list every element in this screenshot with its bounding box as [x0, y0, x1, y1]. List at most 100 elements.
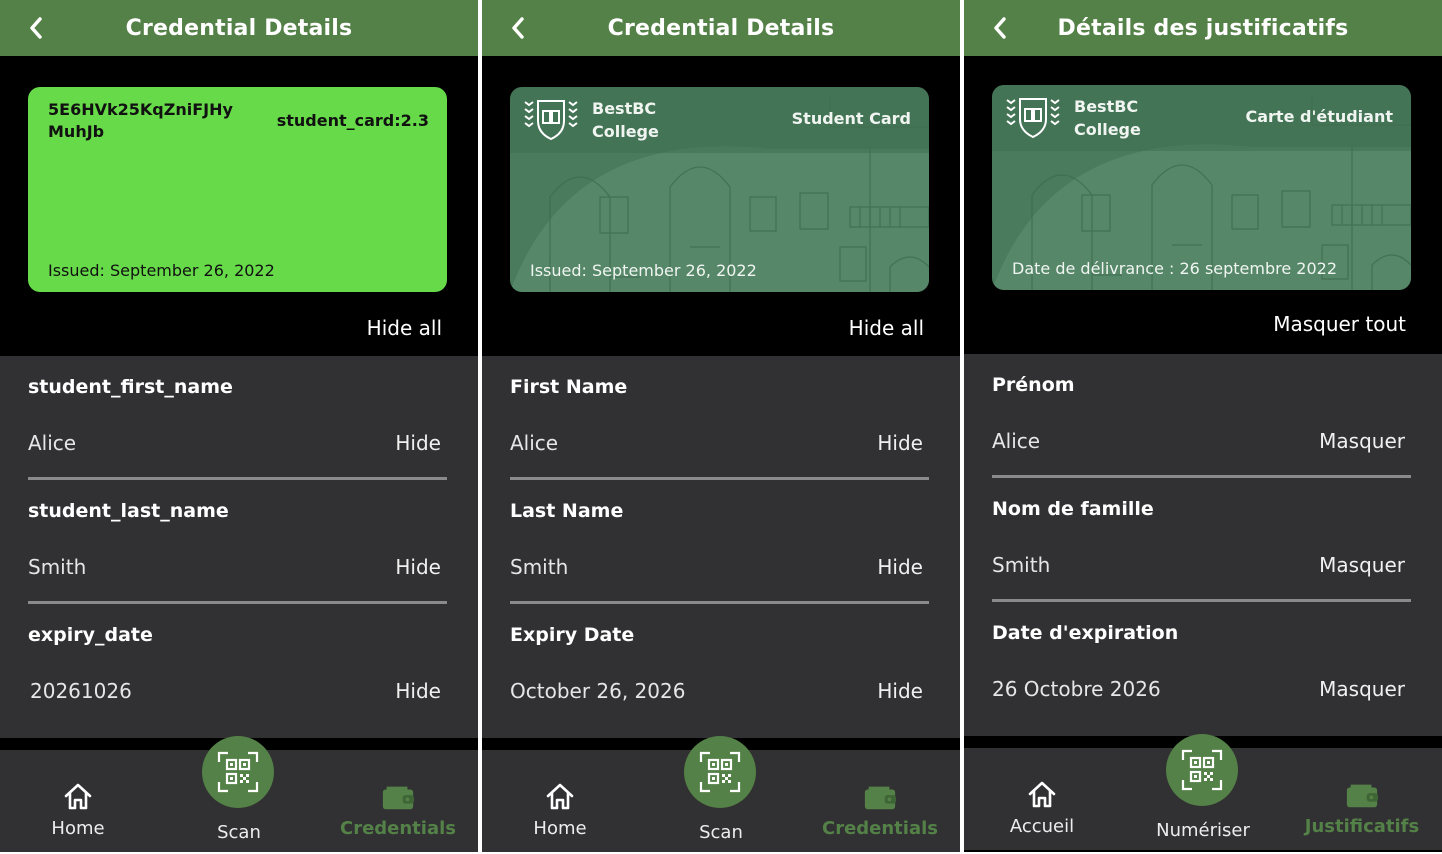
issuer-name: BestBC College	[1074, 97, 1141, 139]
attribute-value: Smith	[510, 555, 569, 579]
credential-card[interactable]: BestBC College Carte d'étudiant Date de …	[992, 85, 1411, 290]
attribute-list: Prénom Alice Masquer Nom de famille Smit…	[964, 354, 1442, 736]
attribute-list: First Name Alice Hide Last Name Smith Hi…	[482, 356, 960, 738]
screens-comparison: Credential Details 5E6HVk25KqZniFJHy Muh…	[0, 0, 1442, 854]
attribute-value: 20261026	[30, 679, 132, 703]
hide-attribute-button[interactable]: Hide	[877, 431, 923, 455]
attribute-row: Last Name Smith Hide	[510, 480, 929, 604]
page-title: Détails des justificatifs	[1057, 15, 1349, 41]
app-header: Credential Details	[0, 0, 478, 56]
college-shield-logo-icon	[524, 100, 578, 141]
credential-card[interactable]: 5E6HVk25KqZniFJHy MuhJb student_card:2.3…	[28, 87, 447, 292]
attribute-row: Prénom Alice Masquer	[992, 354, 1411, 478]
nav-label-scan[interactable]: Numériser	[1133, 820, 1273, 841]
attribute-value: Alice	[992, 429, 1041, 453]
credential-type: Carte d'étudiant	[1245, 107, 1393, 126]
scan-button[interactable]	[684, 736, 756, 808]
nav-label: Accueil	[1009, 816, 1075, 837]
hide-all-button[interactable]: Hide all	[849, 316, 924, 340]
page-title: Credential Details	[607, 15, 835, 41]
attribute-name: student_first_name	[28, 376, 233, 398]
page-title: Credential Details	[125, 15, 353, 41]
nav-home[interactable]: Home	[8, 780, 148, 848]
back-button[interactable]	[504, 14, 532, 42]
card-area: BestBC College Carte d'étudiant Date de …	[964, 56, 1442, 356]
back-button[interactable]	[22, 14, 50, 42]
home-icon	[1028, 781, 1056, 808]
nav-credentials[interactable]: Credentials	[810, 780, 950, 848]
attribute-list: student_first_name Alice Hide student_la…	[0, 356, 478, 738]
screen-branded-credential-fr: Détails des justificatifs BestBC College…	[964, 0, 1442, 852]
bottom-nav: Home Scan Credentials	[482, 736, 960, 852]
attribute-value: Alice	[28, 431, 77, 455]
scan-button[interactable]	[1166, 734, 1238, 806]
hide-attribute-button[interactable]: Hide	[877, 679, 923, 703]
issued-date: Issued: September 26, 2022	[530, 261, 757, 280]
hide-attribute-button[interactable]: Masquer	[1319, 677, 1405, 701]
attribute-name: Expiry Date	[510, 624, 635, 646]
hide-attribute-button[interactable]: Hide	[395, 431, 441, 455]
nav-label-scan[interactable]: Scan	[651, 822, 791, 843]
attribute-row: expiry_date 20261026 Hide	[28, 604, 447, 728]
issued-date: Issued: September 26, 2022	[48, 261, 275, 280]
chevron-left-icon	[994, 17, 1006, 39]
home-icon	[64, 783, 92, 810]
attribute-row: Expiry Date October 26, 2026 Hide	[510, 604, 929, 728]
scan-button[interactable]	[202, 736, 274, 808]
nav-label: Home	[51, 818, 105, 839]
hide-all-button[interactable]: Hide all	[367, 316, 442, 340]
nav-credentials[interactable]: Credentials	[328, 780, 468, 848]
nav-label: Home	[533, 818, 587, 839]
chevron-left-icon	[30, 17, 42, 39]
attribute-row: Nom de famille Smith Masquer	[992, 478, 1411, 602]
attribute-row: student_last_name Smith Hide	[28, 480, 447, 604]
wallet-icon	[1346, 784, 1379, 808]
hide-all-button[interactable]: Masquer tout	[1273, 312, 1406, 336]
nav-label: Credentials	[821, 818, 938, 839]
bottom-nav: Accueil Numériser Justificatifs	[964, 734, 1442, 850]
attribute-value: Smith	[28, 555, 87, 579]
nav-home[interactable]: Accueil	[972, 778, 1112, 846]
hide-attribute-button[interactable]: Hide	[877, 555, 923, 579]
qr-scan-icon	[217, 751, 259, 793]
hide-attribute-button[interactable]: Hide	[395, 555, 441, 579]
qr-scan-icon	[699, 751, 741, 793]
attribute-name: expiry_date	[28, 624, 153, 646]
hide-attribute-button[interactable]: Hide	[395, 679, 441, 703]
attribute-value: October 26, 2026	[510, 679, 686, 703]
wallet-icon	[864, 786, 897, 810]
attribute-name: Prénom	[992, 374, 1075, 396]
issuer-name: BestBC College	[592, 99, 659, 141]
screen-raw-credential: Credential Details 5E6HVk25KqZniFJHy Muh…	[0, 0, 478, 852]
attribute-name: student_last_name	[28, 500, 229, 522]
attribute-value: Smith	[992, 553, 1051, 577]
issued-date: Date de délivrance : 26 septembre 2022	[1012, 259, 1338, 278]
qr-scan-icon	[1181, 749, 1223, 791]
home-icon	[546, 783, 574, 810]
wallet-icon	[382, 786, 415, 810]
card-area: 5E6HVk25KqZniFJHy MuhJb student_card:2.3…	[0, 56, 478, 356]
college-shield-logo-icon	[1006, 98, 1060, 139]
nav-home[interactable]: Home	[490, 780, 630, 848]
attribute-name: Last Name	[510, 500, 624, 522]
hide-attribute-button[interactable]: Masquer	[1319, 553, 1405, 577]
app-header: Détails des justificatifs	[964, 0, 1442, 56]
attribute-row: First Name Alice Hide	[510, 356, 929, 480]
screen-branded-credential-en: Credential Details BestBC College Studen…	[482, 0, 960, 852]
back-button[interactable]	[986, 14, 1014, 42]
attribute-row: student_first_name Alice Hide	[28, 356, 447, 480]
attribute-value: Alice	[510, 431, 559, 455]
attribute-name: Date d'expiration	[992, 622, 1179, 644]
credential-card[interactable]: BestBC College Student Card Issued: Sept…	[510, 87, 929, 292]
nav-label: Credentials	[339, 818, 456, 839]
credential-type: Student Card	[791, 109, 911, 128]
hide-attribute-button[interactable]: Masquer	[1319, 429, 1405, 453]
attribute-name: First Name	[510, 376, 628, 398]
nav-label-scan[interactable]: Scan	[169, 822, 309, 843]
chevron-left-icon	[512, 17, 524, 39]
attribute-name: Nom de famille	[992, 498, 1154, 520]
bottom-nav: Home Scan Credentials	[0, 736, 478, 852]
connection-id: 5E6HVk25KqZniFJHy MuhJb	[48, 100, 233, 141]
card-area: BestBC College Student Card Issued: Sept…	[482, 56, 960, 356]
nav-credentials[interactable]: Justificatifs	[1292, 778, 1432, 846]
